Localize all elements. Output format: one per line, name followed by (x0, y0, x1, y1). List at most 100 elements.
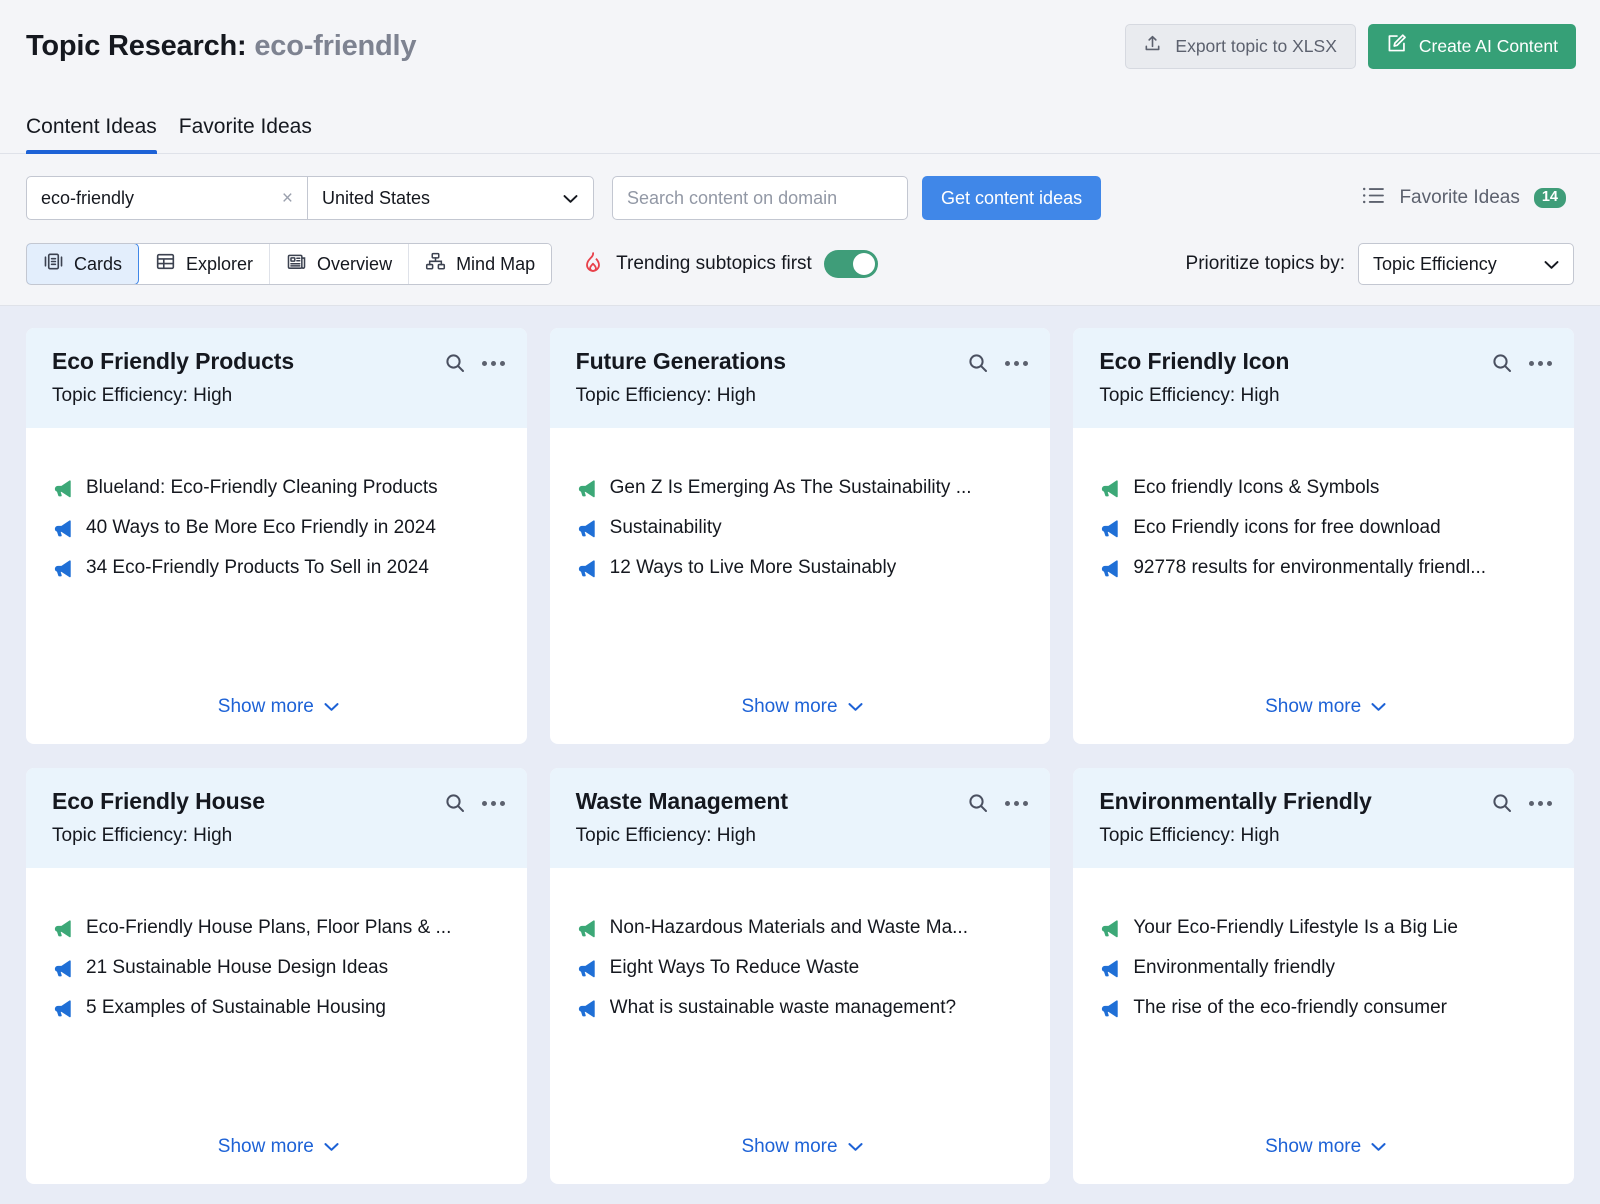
megaphone-icon (576, 558, 597, 579)
chevron-down-icon (324, 696, 339, 718)
show-more-button[interactable]: Show more (576, 1136, 1029, 1158)
idea-item[interactable]: Gen Z Is Emerging As The Sustainability … (576, 468, 1029, 508)
chevron-down-icon (848, 1136, 863, 1158)
search-icon[interactable] (967, 352, 989, 374)
keyword-input[interactable] (41, 188, 276, 209)
show-more-button[interactable]: Show more (576, 696, 1029, 718)
topic-efficiency-label: Topic Efficiency: High (1099, 385, 1552, 407)
search-icon[interactable] (1491, 792, 1513, 814)
topic-card[interactable]: Environmentally Friendly Topic Efficienc… (1073, 768, 1574, 1184)
idea-item[interactable]: Sustainability (576, 508, 1029, 548)
megaphone-icon (576, 998, 597, 1019)
more-options-icon[interactable] (1529, 361, 1552, 366)
idea-list: Blueland: Eco-Friendly Cleaning Products… (52, 468, 505, 588)
show-more-button[interactable]: Show more (52, 696, 505, 718)
megaphone-icon (1099, 478, 1120, 499)
view-button-mind-map[interactable]: Mind Map (409, 244, 551, 284)
topic-efficiency-label: Topic Efficiency: High (52, 825, 505, 847)
view-button-overview[interactable]: Overview (270, 244, 409, 284)
search-domain-input[interactable] (612, 176, 908, 220)
more-options-icon[interactable] (1005, 361, 1028, 366)
megaphone-icon (1099, 958, 1120, 979)
favorite-ideas-link[interactable]: Favorite Ideas 14 (1362, 186, 1574, 210)
controls-bar: × United States Get content ideas Favori… (0, 154, 1600, 306)
chevron-down-icon (1371, 696, 1386, 718)
show-more-button[interactable]: Show more (1099, 696, 1552, 718)
megaphone-icon (52, 918, 73, 939)
idea-item[interactable]: The rise of the eco-friendly consumer (1099, 988, 1552, 1028)
tab-favorite-ideas[interactable]: Favorite Ideas (168, 115, 323, 153)
search-icon[interactable] (444, 352, 466, 374)
idea-item[interactable]: Your Eco-Friendly Lifestyle Is a Big Lie (1099, 908, 1552, 948)
idea-list: Eco-Friendly House Plans, Floor Plans & … (52, 908, 505, 1028)
chevron-down-icon (324, 1136, 339, 1158)
favorite-ideas-count-badge: 14 (1534, 188, 1566, 209)
idea-item[interactable]: Eco friendly Icons & Symbols (1099, 468, 1552, 508)
show-more-button[interactable]: Show more (1099, 1136, 1552, 1158)
idea-item-label: Non-Hazardous Materials and Waste Ma... (610, 917, 968, 939)
topic-card[interactable]: Waste Management Topic Efficiency: High … (550, 768, 1051, 1184)
idea-item[interactable]: Environmentally friendly (1099, 948, 1552, 988)
export-topic-button[interactable]: Export topic to XLSX (1125, 24, 1355, 69)
search-icon[interactable] (1491, 352, 1513, 374)
more-options-icon[interactable] (1529, 801, 1552, 806)
trending-subtopics-toggle[interactable] (824, 250, 878, 278)
idea-item[interactable]: Non-Hazardous Materials and Waste Ma... (576, 908, 1029, 948)
idea-item[interactable]: 92778 results for environmentally friend… (1099, 548, 1552, 588)
favorite-ideas-label: Favorite Ideas (1399, 187, 1519, 209)
idea-list: Eco friendly Icons & SymbolsEco Friendly… (1099, 468, 1552, 588)
more-options-icon[interactable] (482, 801, 505, 806)
idea-item[interactable]: Eco Friendly icons for free download (1099, 508, 1552, 548)
idea-item-label: Gen Z Is Emerging As The Sustainability … (610, 477, 972, 499)
idea-item[interactable]: 21 Sustainable House Design Ideas (52, 948, 505, 988)
idea-item[interactable]: Blueland: Eco-Friendly Cleaning Products (52, 468, 505, 508)
keyword-field-wrapper[interactable]: × (27, 177, 308, 219)
clear-keyword-icon[interactable]: × (276, 189, 293, 208)
topic-card-body: Blueland: Eco-Friendly Cleaning Products… (26, 428, 527, 744)
topic-card-header: Waste Management Topic Efficiency: High (550, 768, 1051, 868)
get-content-ideas-button[interactable]: Get content ideas (922, 176, 1101, 220)
topic-card-title-row: Eco Friendly House (52, 788, 505, 814)
megaphone-icon (576, 958, 597, 979)
page-title-topic: eco-friendly (254, 30, 416, 62)
topic-card[interactable]: Eco Friendly Icon Topic Efficiency: High… (1073, 328, 1574, 744)
idea-item[interactable]: What is sustainable waste management? (576, 988, 1029, 1028)
topic-card-tools (444, 788, 505, 814)
topic-card[interactable]: Future Generations Topic Efficiency: Hig… (550, 328, 1051, 744)
tab-content-ideas[interactable]: Content Ideas (15, 115, 168, 153)
megaphone-icon (1099, 998, 1120, 1019)
controls-row-views: Cards Explorer (26, 243, 1574, 285)
tab-content-ideas-label: Content Ideas (26, 115, 157, 138)
topic-card[interactable]: Eco Friendly Products Topic Efficiency: … (26, 328, 527, 744)
upload-icon (1143, 34, 1162, 58)
idea-item[interactable]: 12 Ways to Live More Sustainably (576, 548, 1029, 588)
idea-item-label: Eco-Friendly House Plans, Floor Plans & … (86, 917, 451, 939)
idea-item[interactable]: 34 Eco-Friendly Products To Sell in 2024 (52, 548, 505, 588)
trending-subtopics-control: Trending subtopics first (582, 250, 878, 279)
topic-card[interactable]: Eco Friendly House Topic Efficiency: Hig… (26, 768, 527, 1184)
topic-card-body: Gen Z Is Emerging As The Sustainability … (550, 428, 1051, 744)
search-icon[interactable] (444, 792, 466, 814)
show-more-label: Show more (1265, 1136, 1361, 1158)
export-topic-label: Export topic to XLSX (1175, 36, 1336, 57)
topic-efficiency-label: Topic Efficiency: High (52, 385, 505, 407)
explorer-icon (155, 251, 176, 277)
view-button-explorer[interactable]: Explorer (139, 244, 270, 284)
topic-card-header: Environmentally Friendly Topic Efficienc… (1073, 768, 1574, 868)
more-options-icon[interactable] (1005, 801, 1028, 806)
idea-item[interactable]: Eight Ways To Reduce Waste (576, 948, 1029, 988)
idea-item[interactable]: Eco-Friendly House Plans, Floor Plans & … (52, 908, 505, 948)
idea-item-label: 12 Ways to Live More Sustainably (610, 557, 897, 579)
idea-item[interactable]: 5 Examples of Sustainable Housing (52, 988, 505, 1028)
show-more-button[interactable]: Show more (52, 1136, 505, 1158)
view-button-explorer-label: Explorer (186, 254, 253, 275)
idea-item[interactable]: 40 Ways to Be More Eco Friendly in 2024 (52, 508, 505, 548)
more-options-icon[interactable] (482, 361, 505, 366)
create-ai-content-button[interactable]: Create AI Content (1368, 24, 1576, 69)
search-icon[interactable] (967, 792, 989, 814)
view-button-cards[interactable]: Cards (26, 243, 139, 285)
topic-card-header: Eco Friendly Products Topic Efficiency: … (26, 328, 527, 428)
topic-card-title: Future Generations (576, 348, 786, 374)
country-select[interactable]: United States (308, 177, 593, 219)
prioritize-select[interactable]: Topic Efficiency (1358, 243, 1574, 285)
